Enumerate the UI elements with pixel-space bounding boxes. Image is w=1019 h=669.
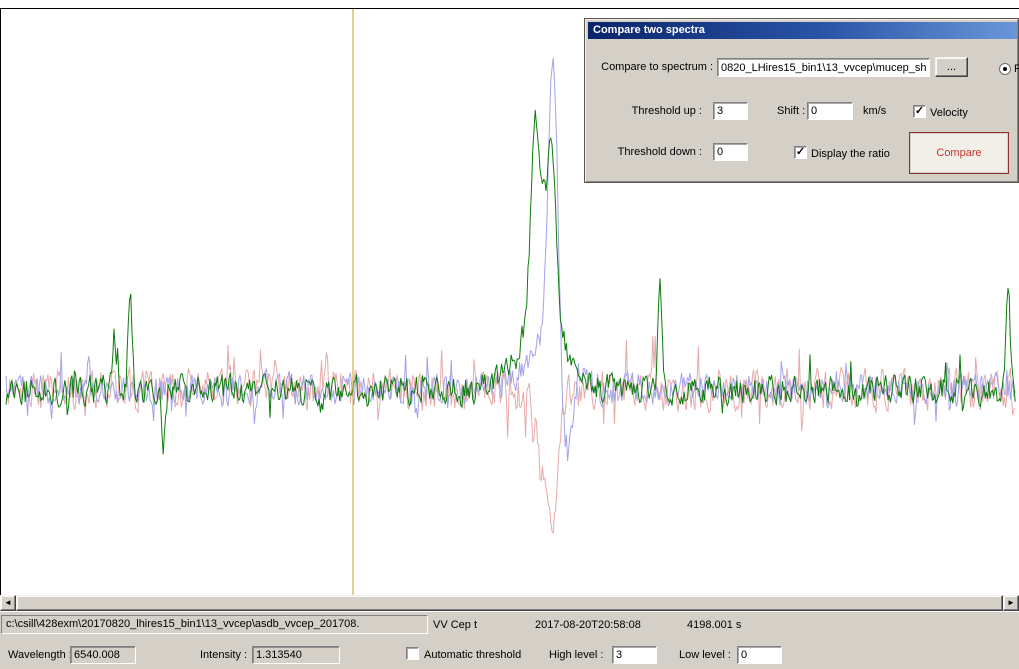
scrollbar-left-arrow-icon[interactable]: ◄ bbox=[0, 595, 16, 611]
radio-dot-icon bbox=[1003, 67, 1007, 71]
app-window: ◄ ► c:\csill\428exm\20170820_lhires15_bi… bbox=[0, 0, 1019, 669]
wavelength-readout: 6540.008 bbox=[70, 646, 136, 664]
file-source-radio[interactable] bbox=[999, 63, 1011, 75]
display-ratio-label: Display the ratio bbox=[811, 148, 890, 161]
compare-button[interactable]: Compare bbox=[909, 132, 1009, 174]
browse-button[interactable]: ... bbox=[935, 57, 968, 77]
shift-unit-label: km/s bbox=[863, 105, 886, 118]
bottom-controls: Wavelength : 6540.008 Intensity : 1.3135… bbox=[0, 638, 1019, 669]
status-file-path: c:\csill\428exm\20170820_lhires15_bin1\1… bbox=[1, 615, 428, 634]
intensity-label: Intensity : bbox=[200, 649, 247, 662]
compare-two-spectra-dialog: Compare two spectra Compare to spectrum … bbox=[584, 18, 1019, 183]
display-ratio-checkbox[interactable]: ✓ bbox=[794, 146, 807, 159]
status-exposure: 4198.001 s bbox=[687, 619, 741, 632]
shift-input[interactable] bbox=[807, 102, 853, 120]
status-datetime: 2017-08-20T20:58:08 bbox=[535, 619, 641, 632]
threshold-up-label: Threshold up : bbox=[615, 105, 702, 118]
threshold-down-label: Threshold down : bbox=[615, 146, 702, 159]
intensity-readout: 1.313540 bbox=[252, 646, 340, 664]
high-level-input[interactable] bbox=[612, 646, 657, 664]
wavelength-label: Wavelength : bbox=[8, 649, 72, 662]
velocity-label: Velocity bbox=[930, 107, 968, 120]
shift-label: Shift : bbox=[777, 105, 805, 118]
dialog-titlebar[interactable]: Compare two spectra bbox=[588, 22, 1017, 39]
scrollbar-track[interactable] bbox=[16, 595, 1003, 611]
high-level-label: High level : bbox=[549, 649, 603, 662]
status-object-name: VV Cep t bbox=[433, 619, 477, 632]
compare-to-spectrum-label: Compare to spectrum : bbox=[599, 61, 713, 74]
threshold-up-input[interactable] bbox=[713, 102, 748, 120]
horizontal-scrollbar[interactable]: ◄ ► bbox=[0, 595, 1019, 611]
low-level-input[interactable] bbox=[737, 646, 782, 664]
scrollbar-right-arrow-icon[interactable]: ► bbox=[1003, 595, 1019, 611]
automatic-threshold-checkbox[interactable] bbox=[406, 647, 419, 660]
compare-to-spectrum-input[interactable] bbox=[717, 58, 930, 77]
scrollbar-thumb[interactable] bbox=[16, 595, 1003, 611]
low-level-label: Low level : bbox=[679, 649, 731, 662]
velocity-checkbox[interactable]: ✓ bbox=[913, 105, 926, 118]
threshold-down-input[interactable] bbox=[713, 143, 748, 161]
file-source-radio-label: F bbox=[1014, 63, 1019, 76]
automatic-threshold-label: Automatic threshold bbox=[424, 649, 521, 662]
status-bar: c:\csill\428exm\20170820_lhires15_bin1\1… bbox=[0, 611, 1019, 638]
